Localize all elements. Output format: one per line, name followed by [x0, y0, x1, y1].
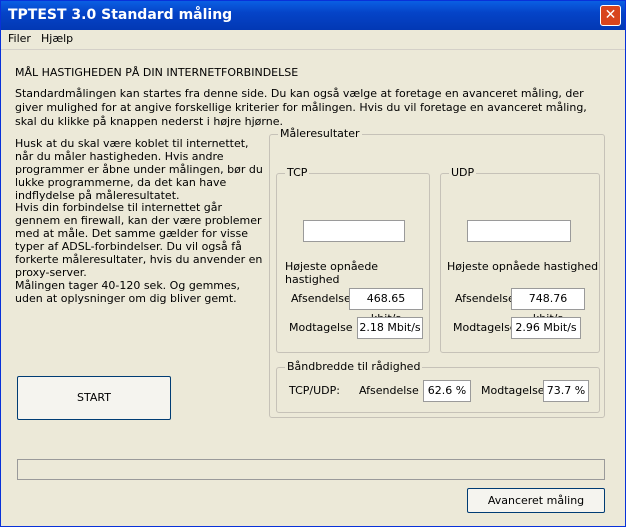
bandwidth-recv-label: Modtagelse [481, 384, 545, 397]
results-group-title: Måleresultater [278, 127, 362, 140]
udp-max-speed-caption: Højeste opnåede hastighed [447, 260, 599, 273]
tcp-group-title: TCP [285, 166, 310, 179]
tcp-recv-value: 2.18 Mbit/s [357, 317, 423, 339]
tcp-recv-label: Modtagelse [289, 321, 353, 334]
bandwidth-recv-value: 73.7 % [543, 380, 589, 402]
progress-bar [17, 459, 605, 480]
results-group: Måleresultater TCP Højeste opnåede hasti… [269, 127, 605, 418]
title-bar[interactable]: TPTEST 3.0 Standard måling ✕ [1, 1, 625, 30]
tcp-send-value: 468.65 kbit/s [349, 288, 423, 325]
window-title: TPTEST 3.0 Standard måling [8, 7, 233, 23]
start-button[interactable]: START [17, 376, 171, 420]
menu-bar: Filer Hjælp [1, 30, 625, 50]
info-paragraph-firewall: Hvis din forbindelse til internettet går… [15, 201, 263, 279]
udp-recv-value: 2.96 Mbit/s [511, 317, 581, 339]
tcp-max-speed-field [303, 220, 405, 242]
menu-hjaelp[interactable]: Hjælp [41, 32, 73, 45]
menu-filer[interactable]: Filer [8, 32, 31, 45]
page-heading: MÅL HASTIGHEDEN PÅ DIN INTERNETFORBINDEL… [15, 66, 299, 79]
udp-max-speed-field [467, 220, 571, 242]
bandwidth-group-title: Båndbredde til rådighed [285, 360, 423, 373]
intro-text: Standardmålingen kan startes fra denne s… [15, 87, 587, 128]
udp-group-title: UDP [449, 166, 477, 179]
tcp-send-label: Afsendelse [291, 292, 351, 305]
bandwidth-prefix: TCP/UDP: [289, 384, 340, 397]
tcp-group: TCP Højeste opnåede hastighed Afsendelse… [276, 166, 430, 353]
bandwidth-send-label: Afsendelse [359, 384, 419, 397]
advanced-measurement-button[interactable]: Avanceret måling [467, 488, 605, 513]
bandwidth-group: Båndbredde til rådighed TCP/UDP: Afsende… [276, 360, 600, 413]
bandwidth-send-value: 62.6 % [423, 380, 471, 402]
close-icon[interactable]: ✕ [600, 5, 621, 26]
tcp-max-speed-caption: Højeste opnåede hastighed [285, 260, 379, 286]
udp-send-label: Afsendelse [455, 292, 515, 305]
udp-group: UDP Højeste opnåede hastighed Afsendelse… [440, 166, 600, 353]
udp-recv-label: Modtagelse [453, 321, 517, 334]
main-content: MÅL HASTIGHEDEN PÅ DIN INTERNETFORBINDEL… [1, 50, 625, 526]
udp-send-value: 748.76 kbit/s [511, 288, 585, 325]
app-window: TPTEST 3.0 Standard måling ✕ Filer Hjælp… [0, 0, 626, 527]
info-paragraph-connection: Husk at du skal være koblet til internet… [15, 137, 263, 202]
info-paragraph-duration: Målingen tager 40-120 sek. Og gemmes, ud… [15, 279, 240, 305]
